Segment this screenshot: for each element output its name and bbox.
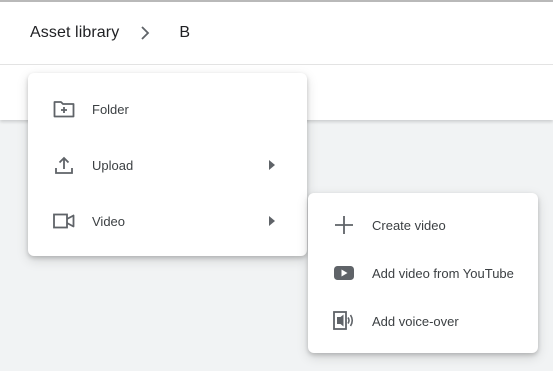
menu-item-video[interactable]: Video	[28, 201, 307, 241]
menu-item-folder-label: Folder	[92, 101, 129, 117]
video-submenu: Create video Add video from YouTube Add …	[308, 193, 538, 353]
submenu-arrow-icon	[269, 216, 277, 226]
submenu-item-create-video-label: Create video	[372, 217, 446, 233]
youtube-play-icon	[332, 261, 356, 285]
plus-icon	[332, 213, 356, 237]
asset-library-page: Asset library B Folder Upload Video Crea…	[0, 0, 553, 371]
menu-item-folder[interactable]: Folder	[28, 89, 307, 129]
chevron-right-icon	[139, 25, 153, 41]
breadcrumb-current-folder: B	[179, 24, 191, 41]
submenu-arrow-icon	[269, 160, 277, 170]
video-camera-icon	[52, 209, 76, 233]
new-item-menu: Folder Upload Video	[28, 73, 307, 256]
folder-add-icon	[52, 97, 76, 121]
submenu-item-add-youtube-video[interactable]: Add video from YouTube	[308, 253, 538, 293]
menu-item-upload[interactable]: Upload	[28, 145, 307, 185]
submenu-item-create-video[interactable]: Create video	[308, 205, 538, 245]
submenu-item-add-youtube-video-label: Add video from YouTube	[372, 265, 514, 281]
voice-over-icon	[332, 309, 356, 333]
submenu-item-add-voice-over[interactable]: Add voice-over	[308, 301, 538, 341]
menu-item-video-label: Video	[92, 213, 126, 229]
breadcrumb-asset-library-link[interactable]: Asset library	[30, 24, 119, 42]
upload-icon	[52, 153, 76, 177]
submenu-item-add-voice-over-label: Add voice-over	[372, 313, 459, 329]
breadcrumb: Asset library B	[30, 20, 190, 46]
header-divider	[0, 64, 553, 65]
menu-item-upload-label: Upload	[92, 157, 134, 173]
